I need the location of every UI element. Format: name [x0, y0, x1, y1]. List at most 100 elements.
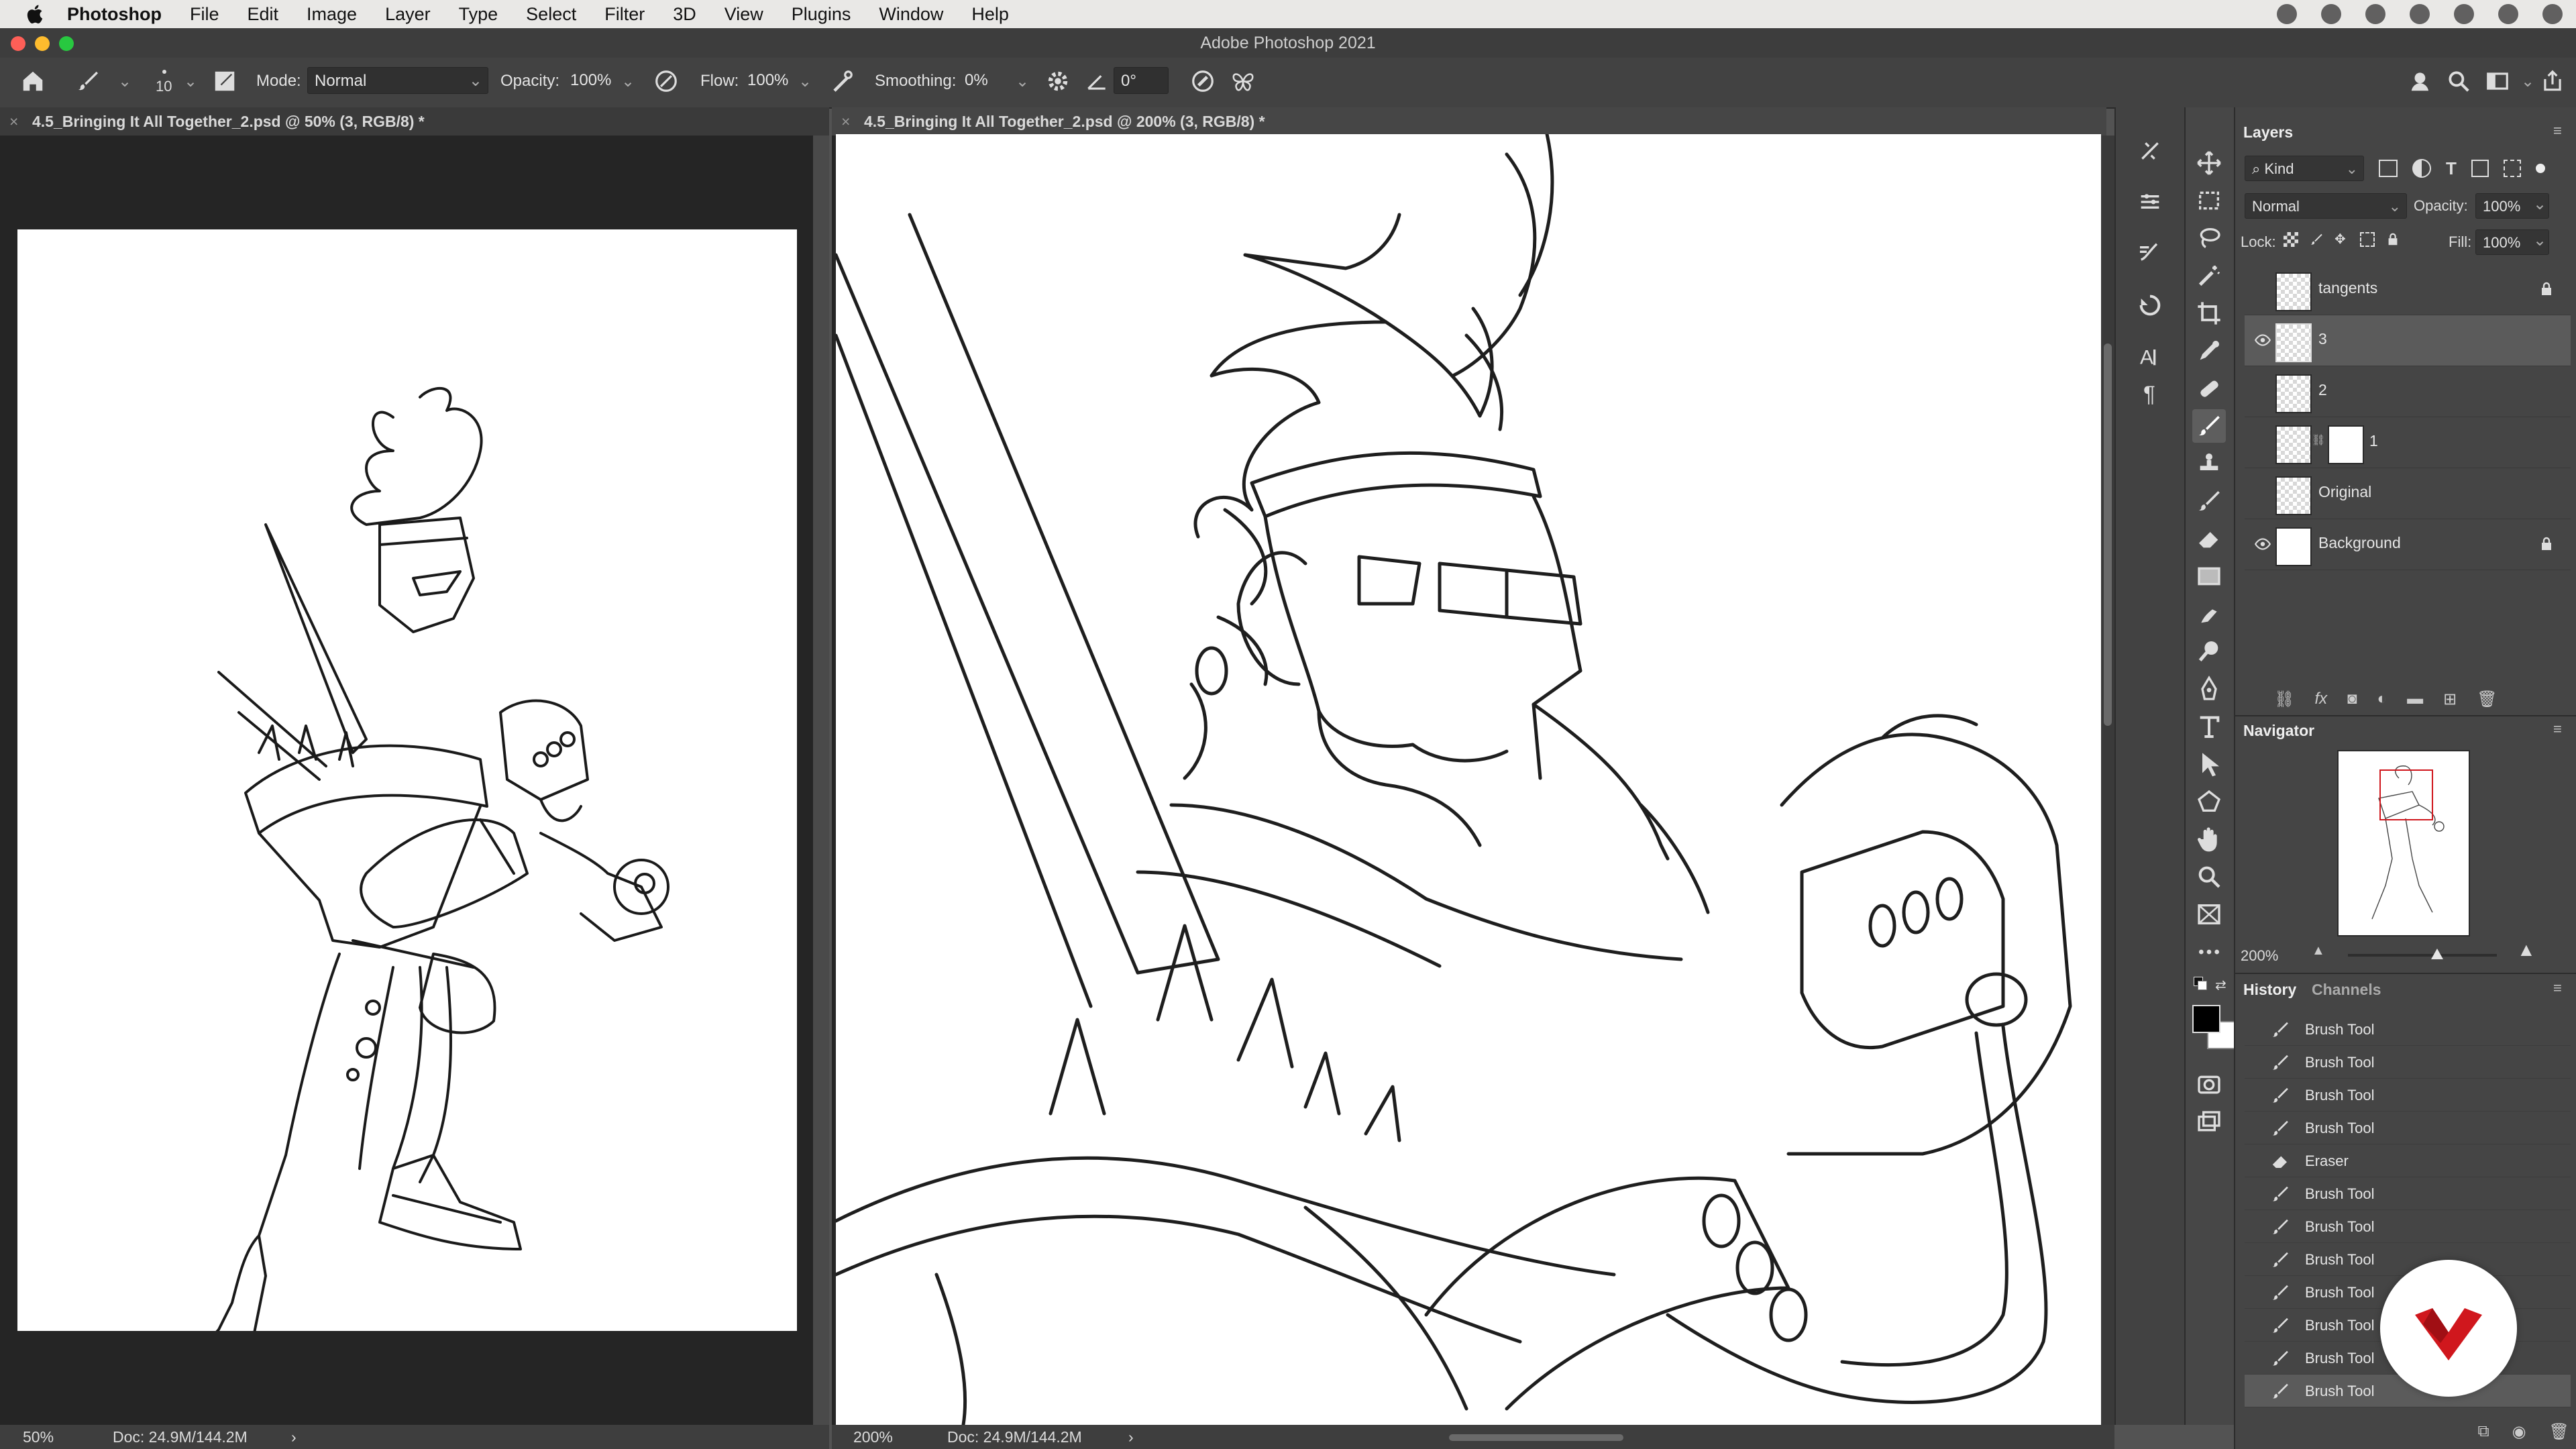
blend-mode-select[interactable]: Normal ⌄ [2245, 193, 2407, 219]
new-layer-icon[interactable]: ⊞ [2443, 690, 2457, 709]
brush-size-picker[interactable]: 10 [152, 67, 178, 98]
quick-mask-icon[interactable] [2192, 1068, 2226, 1102]
pixel-filter-icon[interactable] [2379, 160, 2398, 177]
screen-mode-icon[interactable] [2192, 1106, 2226, 1139]
pressure-size-icon[interactable] [1190, 68, 1216, 94]
panel-menu-icon[interactable]: ≡ [2553, 122, 2562, 140]
eraser-tool-icon[interactable] [2192, 522, 2226, 555]
wifi-icon[interactable] [2410, 4, 2430, 24]
mask-link-icon[interactable]: ⛓ [2312, 433, 2325, 447]
adjustments-icon[interactable] [2133, 185, 2167, 219]
apple-icon[interactable] [24, 3, 47, 25]
new-group-icon[interactable]: ▬ [2407, 690, 2423, 708]
menu-help[interactable]: Help [971, 4, 1009, 25]
record-icon[interactable] [2277, 4, 2297, 24]
siri-icon[interactable] [2498, 4, 2518, 24]
history-tab[interactable]: History [2243, 981, 2296, 999]
menu-edit[interactable]: Edit [248, 4, 279, 25]
type-filter-icon[interactable]: T [2446, 158, 2457, 179]
more-tools-icon[interactable] [2192, 935, 2226, 969]
layer-row-1[interactable]: ⛓ 1 [2245, 417, 2571, 468]
zoom-tool-icon[interactable] [2192, 860, 2226, 894]
delete-layer-icon[interactable]: 🗑 [2477, 690, 2497, 709]
brush-tool-icon[interactable] [2192, 409, 2226, 443]
dodge-tool-icon[interactable] [2192, 635, 2226, 668]
fill-chevron-icon[interactable]: ⌄ [2533, 231, 2546, 250]
paragraph-panel-icon[interactable]: ¶ [2133, 376, 2167, 409]
menu-type[interactable]: Type [459, 4, 498, 25]
layer-row-3[interactable]: 3 [2245, 315, 2571, 366]
layer-opacity-chevron-icon[interactable]: ⌄ [2533, 195, 2546, 214]
foreground-color-swatch[interactable] [2192, 1005, 2220, 1033]
zoom-slider-track[interactable] [2348, 949, 2497, 959]
doc-tab-left[interactable]: × 4.5_Bringing It All Together_2.psd @ 5… [0, 107, 829, 136]
pressure-opacity-icon[interactable] [653, 68, 679, 94]
zoom-slider-handle[interactable] [2431, 949, 2443, 959]
menu-filter[interactable]: Filter [604, 4, 645, 25]
history-step[interactable]: Brush Tool [2245, 1046, 2571, 1079]
shape-filter-icon[interactable] [2471, 160, 2489, 177]
close-window-button[interactable] [11, 36, 25, 51]
gradient-tool-icon[interactable] [2192, 559, 2226, 593]
bluetooth-icon[interactable] [2365, 4, 2385, 24]
opacity-chevron-icon[interactable]: ⌄ [621, 72, 635, 91]
canvas-artwork-right[interactable] [836, 134, 2101, 1425]
lock-image-brush-icon[interactable] [2309, 232, 2324, 247]
scrollbar-thumb[interactable] [2104, 343, 2112, 726]
snapshot-camera-icon[interactable]: ◉ [2512, 1422, 2526, 1442]
menu-layer[interactable]: Layer [385, 4, 431, 25]
lasso-tool-icon[interactable] [2192, 221, 2226, 255]
panel-menu-icon[interactable]: ≡ [2553, 720, 2562, 738]
time-machine-icon[interactable] [2321, 4, 2341, 24]
history-rotate-icon[interactable] [2133, 288, 2167, 322]
zoom-window-button[interactable] [59, 36, 74, 51]
visibility-eye-icon[interactable] [2254, 331, 2271, 349]
layer-row-background[interactable]: Background [2245, 519, 2571, 570]
share-user-icon[interactable] [2408, 68, 2434, 94]
workspace-icon[interactable] [2485, 68, 2510, 94]
pen-tool-icon[interactable] [2192, 672, 2226, 706]
panel-menu-icon[interactable]: ≡ [2553, 979, 2562, 997]
brush-settings-panel-icon[interactable] [2133, 236, 2167, 270]
zoom-level-left[interactable]: 50% [23, 1425, 54, 1449]
smoothing-options-gear-icon[interactable] [1045, 68, 1071, 94]
navigator-view-box[interactable] [2379, 769, 2433, 820]
brush-settings-icon[interactable] [212, 68, 237, 94]
magic-wand-tool-icon[interactable] [2192, 259, 2226, 292]
history-step[interactable]: Brush Tool [2245, 1079, 2571, 1112]
lock-transparency-icon[interactable] [2284, 232, 2298, 247]
add-mask-icon[interactable]: ◙ [2347, 690, 2357, 708]
zoom-level-right[interactable]: 200% [853, 1425, 893, 1449]
layer-mask-thumbnail[interactable] [2328, 425, 2364, 464]
share-export-icon[interactable] [2540, 68, 2565, 94]
workspace-chevron-icon[interactable]: ⌄ [2521, 72, 2534, 91]
smart-object-filter-icon[interactable] [2503, 160, 2521, 177]
symmetry-butterfly-icon[interactable] [1230, 68, 1256, 94]
hand-tool-icon[interactable] [2192, 822, 2226, 856]
lock-all-icon[interactable] [2385, 232, 2400, 247]
close-tab-icon[interactable]: × [9, 107, 18, 136]
menu-file[interactable]: File [190, 4, 219, 25]
layers-panel-title[interactable]: Layers [2243, 123, 2293, 142]
path-selection-tool-icon[interactable] [2192, 747, 2226, 781]
status-arrow-icon[interactable]: › [1128, 1425, 1134, 1449]
canvas-artwork-left[interactable] [17, 229, 797, 1353]
layer-filter-kind-select[interactable]: ⌕ Kind ⌄ [2245, 156, 2364, 181]
frame-tool-icon[interactable] [2192, 898, 2226, 931]
spotlight-icon[interactable] [2454, 4, 2474, 24]
delete-state-icon[interactable]: 🗑 [2549, 1422, 2569, 1442]
brush-size-chevron-icon[interactable]: ⌄ [184, 72, 197, 91]
airbrush-icon[interactable] [829, 68, 855, 94]
doc-size-right[interactable]: Doc: 24.9M/144.2M [947, 1425, 1082, 1449]
channels-tab[interactable]: Channels [2312, 981, 2381, 999]
layer-row-original[interactable]: Original [2245, 468, 2571, 519]
clone-stamp-tool-icon[interactable] [2192, 447, 2226, 480]
history-brush-tool-icon[interactable] [2192, 484, 2226, 518]
link-layers-icon[interactable]: ⛓ [2274, 690, 2294, 709]
brush-preset-icon[interactable] [75, 68, 101, 94]
doc-size-left[interactable]: Doc: 24.9M/144.2M [113, 1425, 248, 1449]
type-tool-icon[interactable] [2192, 710, 2226, 743]
adjustment-layer-icon[interactable]: ◐ [2377, 690, 2387, 708]
navigator-preview[interactable] [2337, 750, 2470, 936]
layer-row-tangents[interactable]: tangents [2245, 264, 2571, 315]
